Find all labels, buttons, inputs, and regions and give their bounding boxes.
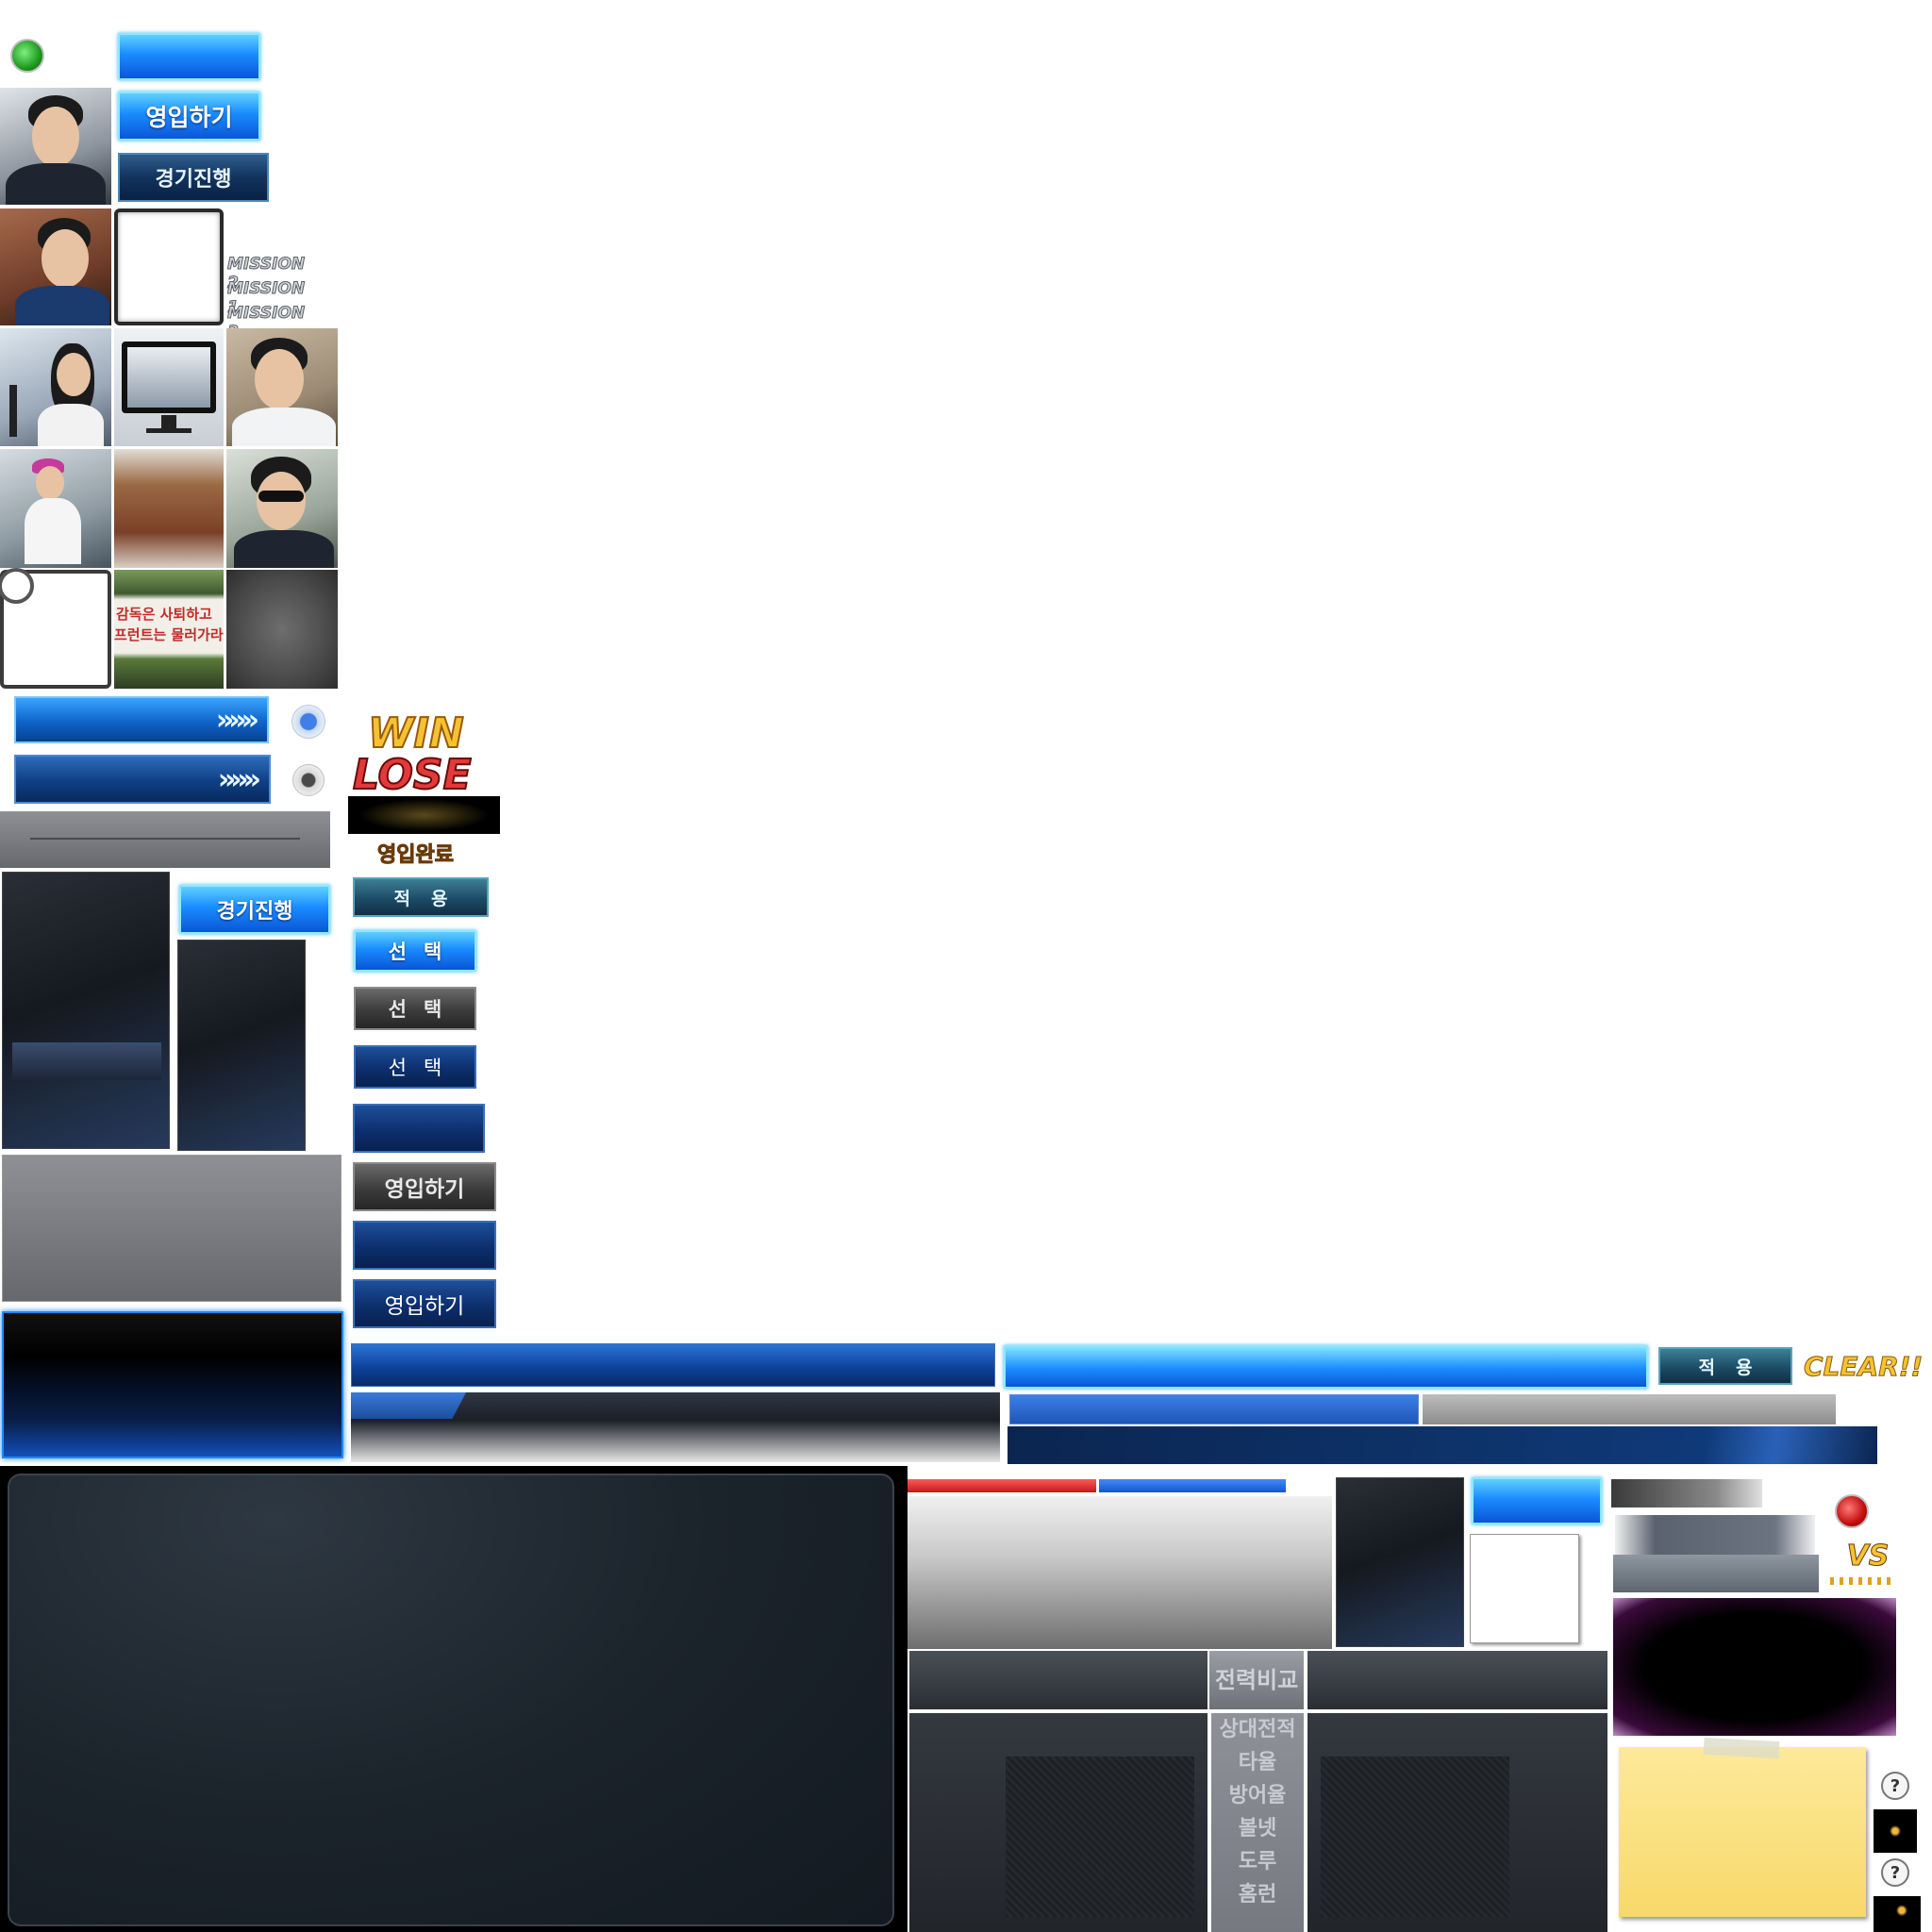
stats-menu-item[interactable]: 상대전적 [1211, 1713, 1304, 1746]
white-card [1470, 1534, 1579, 1643]
portrait-coach-smiling [0, 208, 111, 325]
slate-bar [1613, 1555, 1819, 1592]
radio-selected-icon[interactable] [291, 705, 325, 739]
select-button-bright[interactable]: 선택 [354, 930, 476, 972]
mission-label: MISSION 2 [227, 255, 306, 293]
scout-button-gray[interactable]: 영입하기 [353, 1162, 496, 1211]
gray-fade-strip [1611, 1479, 1762, 1507]
gray-bar [1423, 1394, 1836, 1424]
black-glow-bar [348, 796, 500, 834]
select-button-dark[interactable]: 선택 [354, 1045, 476, 1089]
dark-rounded-panel [8, 1474, 894, 1926]
portrait-man-sunglasses [226, 449, 338, 568]
scout-button-navy[interactable]: 영입하기 [353, 1279, 496, 1328]
blank-navy-button-wide[interactable] [353, 1221, 496, 1270]
dark-blue-glow-panel [2, 1311, 343, 1458]
sparkle-icon [1874, 1896, 1921, 1932]
blue-progress-bar-bright [1004, 1345, 1648, 1389]
scout-button-bright[interactable]: 영입하기 [118, 92, 260, 141]
navy-header-bar [1008, 1426, 1877, 1464]
compare-panel-left [909, 1713, 1208, 1932]
vs-dots [1830, 1577, 1894, 1585]
match-proceed-button-bright[interactable]: 경기진행 [179, 885, 330, 934]
compare-header-left [909, 1651, 1208, 1709]
monitor-image [114, 328, 224, 446]
help-question-icon[interactable]: ? [1881, 1858, 1909, 1887]
banner-line: 감독은 사퇴하고 [116, 606, 212, 623]
black-vignette-panel [1613, 1598, 1896, 1736]
gray-header-strip [0, 811, 330, 868]
clear-label: CLEAR!! [1804, 1351, 1924, 1383]
blank-bright-button-small[interactable] [1472, 1477, 1602, 1524]
portrait-reporter-woman [0, 328, 111, 446]
red-dot-icon [1835, 1494, 1869, 1528]
blue-bar [1099, 1479, 1286, 1492]
mission-label: MISSION 3 [227, 304, 306, 342]
portrait-older-man-glasses [0, 88, 111, 205]
blank-frame-card-badge [0, 568, 111, 689]
stats-menu-item[interactable]: 방어율 [1211, 1779, 1304, 1812]
mission-label: MISSION 1 [227, 279, 306, 318]
dark-panel-small [1336, 1477, 1464, 1647]
portrait-cheerleader [0, 449, 111, 568]
stats-menu-item[interactable]: 도루 [1211, 1845, 1304, 1878]
gray-panel-large [2, 1155, 341, 1302]
apply-button[interactable]: 적용 [353, 877, 489, 917]
match-proceed-button-dark[interactable]: 경기진행 [118, 153, 269, 202]
dark-gradient-strip [351, 1392, 1000, 1462]
gray-vignette-tile [226, 570, 338, 689]
sticky-note [1619, 1737, 1866, 1917]
stats-menu-item[interactable]: 볼넷 [1211, 1812, 1304, 1845]
gray-gradient-panel [908, 1496, 1332, 1649]
radio-unselected-icon[interactable] [292, 764, 325, 796]
help-question-icon[interactable]: ? [1881, 1772, 1909, 1800]
compare-header-right [1307, 1651, 1607, 1709]
lose-label: LOSE [352, 750, 473, 800]
green-dot-icon [10, 39, 44, 73]
banner-line: 프런트는 물러가라 [114, 626, 224, 643]
stats-menu-column: 상대전적 타율 방어율 볼넷 도루 홈런 [1211, 1713, 1304, 1932]
stats-menu-item[interactable]: 타율 [1211, 1746, 1304, 1779]
blank-bright-button[interactable] [118, 33, 260, 80]
sparkle-icon [1874, 1809, 1917, 1853]
dark-panel-narrow [177, 940, 306, 1151]
power-compare-label: 전력비교 [1209, 1651, 1304, 1709]
select-button-gray[interactable]: 선택 [354, 987, 476, 1030]
stats-menu-item[interactable]: 홈런 [1211, 1878, 1304, 1911]
next-arrow-bar-dark[interactable]: »»» [14, 755, 271, 804]
portrait-young-man-glasses [226, 328, 338, 446]
win-label: WIN [367, 708, 465, 758]
blue-textured-bar [1009, 1394, 1419, 1424]
protest-banner-image: 감독은 사퇴하고 프런트는 물러가라 [114, 570, 224, 689]
gray-bar-small [1615, 1515, 1815, 1555]
blue-progress-bar-dark [351, 1343, 995, 1387]
compare-panel-right [1307, 1713, 1607, 1932]
apply-button-small[interactable]: 적용 [1658, 1347, 1792, 1385]
red-bar [908, 1479, 1096, 1492]
locker-room-image [114, 449, 224, 568]
blank-frame-card [114, 208, 224, 325]
vs-label: VS [1846, 1540, 1890, 1574]
next-arrow-bar-bright[interactable]: »»» [14, 696, 269, 743]
dark-panel-tall [2, 872, 170, 1149]
blank-navy-button[interactable] [353, 1104, 485, 1153]
scout-complete-label: 영입완료 [377, 843, 455, 868]
